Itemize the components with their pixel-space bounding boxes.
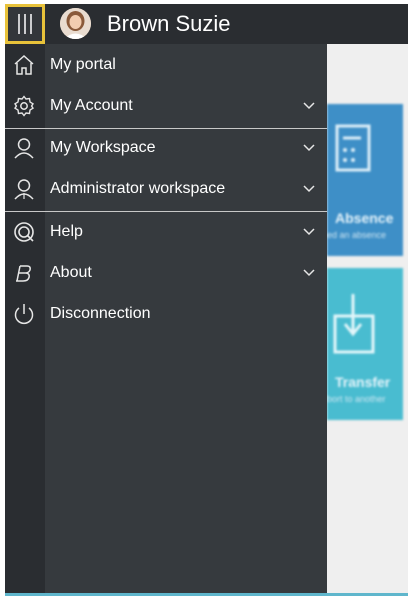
menu-label: My Workspace — [50, 139, 156, 156]
transfer-tile-label: Transfer — [335, 374, 391, 390]
chevron-down-icon — [303, 269, 315, 277]
absence-tile[interactable]: Absence ed an absence — [327, 104, 403, 256]
chevron-down-icon — [303, 144, 315, 152]
avatar[interactable] — [60, 8, 91, 39]
menu-label: About — [50, 264, 92, 281]
chevron-down-icon — [303, 185, 315, 193]
absence-tile-subtitle: ed an absence — [327, 230, 387, 240]
chevron-down-icon — [303, 102, 315, 110]
help-icon — [14, 222, 34, 242]
document-icon — [335, 124, 371, 172]
app-frame: Absence ed an absence Transfer bort to a… — [5, 4, 408, 596]
menu-toggle-button[interactable] — [5, 4, 45, 44]
menu-label: Administrator workspace — [50, 180, 226, 197]
menu-item-administrator-workspace[interactable]: Administrator workspace — [5, 169, 327, 209]
gear-icon — [14, 95, 34, 117]
admin-user-icon — [14, 179, 34, 200]
about-icon — [16, 265, 31, 282]
transfer-tile[interactable]: Transfer bort to another — [327, 268, 403, 420]
vertical-bars-icon — [18, 14, 32, 34]
menu-toggle-inner — [8, 7, 42, 41]
transfer-icon — [333, 294, 375, 354]
power-icon — [14, 304, 34, 325]
menu-label: Disconnection — [50, 305, 151, 322]
menu-item-about[interactable]: About — [5, 253, 327, 293]
menu-label: My Account — [50, 97, 133, 114]
user-name[interactable]: Brown Suzie — [107, 11, 231, 37]
absence-tile-label: Absence — [335, 210, 394, 226]
menu-item-my-workspace[interactable]: My Workspace — [5, 128, 327, 168]
menu-item-my-portal[interactable]: My portal — [5, 45, 327, 85]
top-bar: Brown Suzie — [5, 4, 408, 44]
menu-item-help[interactable]: Help — [5, 212, 327, 252]
user-icon — [14, 138, 34, 159]
home-icon — [14, 54, 34, 75]
user-photo-icon — [60, 8, 91, 39]
menu-label: My portal — [50, 56, 116, 73]
transfer-tile-subtitle: bort to another — [327, 394, 386, 404]
navigation-drawer: My portal My Account My Workspace Admini… — [5, 44, 327, 596]
bottom-border — [5, 593, 408, 596]
menu-item-my-account[interactable]: My Account — [5, 86, 327, 126]
menu-item-disconnection[interactable]: Disconnection — [5, 294, 327, 334]
chevron-down-icon — [303, 228, 315, 236]
menu-label: Help — [50, 223, 83, 240]
